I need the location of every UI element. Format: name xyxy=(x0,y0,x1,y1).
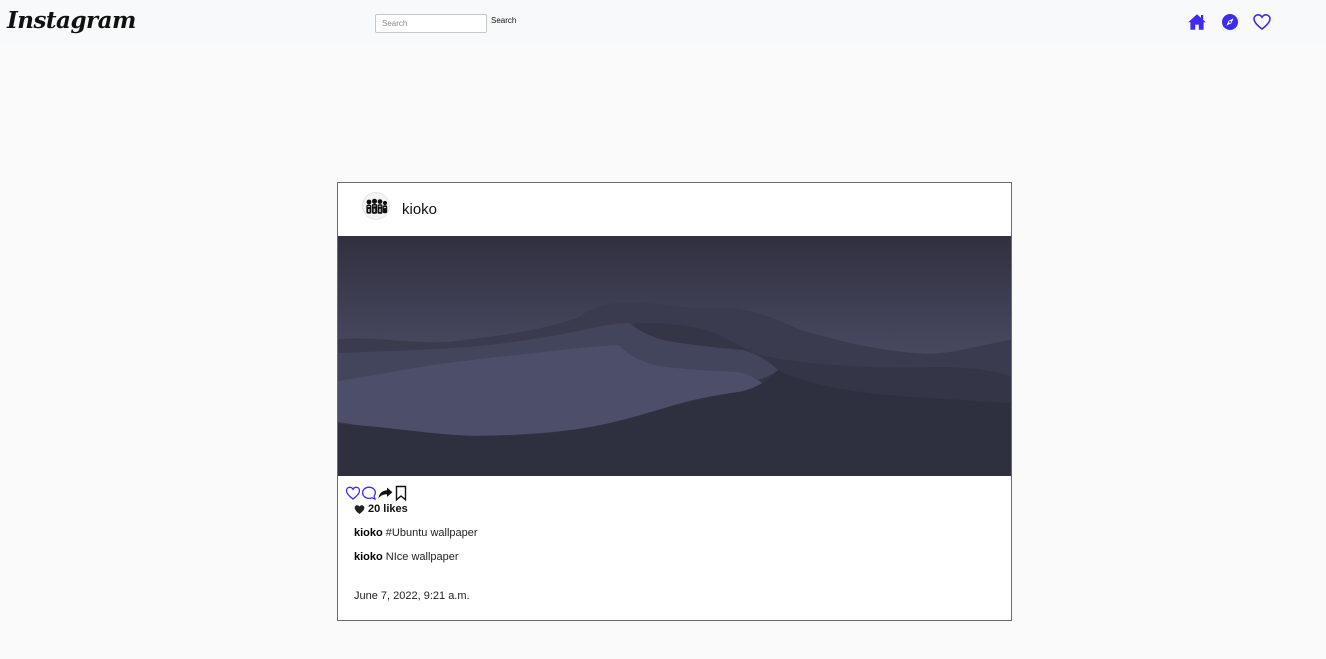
caption-text: #Ubuntu wallpaper xyxy=(385,527,478,539)
post-username[interactable]: kioko xyxy=(402,201,437,218)
post-header: kioko xyxy=(338,183,1011,236)
post-actions xyxy=(345,484,409,501)
bookmark-icon[interactable] xyxy=(393,485,409,501)
brand-logo[interactable]: Instagram xyxy=(7,7,136,34)
likes-count: 20 likes xyxy=(354,503,408,515)
heart-filled-icon xyxy=(354,504,365,515)
comment-text: NIce wallpaper xyxy=(385,551,459,563)
post-card: kioko 20 likes kioko #Ubuntu wallpaper k… xyxy=(337,182,1012,621)
share-icon[interactable] xyxy=(377,485,393,501)
heart-outline-icon[interactable] xyxy=(1252,12,1272,32)
comment-icon[interactable] xyxy=(361,485,377,501)
comment-username[interactable]: kioko xyxy=(354,551,383,563)
caption-username[interactable]: kioko xyxy=(354,527,383,539)
post-timestamp: June 7, 2022, 9:21 a.m. xyxy=(354,590,470,602)
compass-icon[interactable] xyxy=(1220,12,1240,32)
navbar: Instagram Search xyxy=(0,0,1326,46)
post-image xyxy=(338,236,1011,476)
search-button[interactable]: Search xyxy=(491,16,516,25)
search-input[interactable] xyxy=(375,14,487,33)
comment: kioko NIce wallpaper xyxy=(354,551,459,563)
like-icon[interactable] xyxy=(345,485,361,501)
likes-text: 20 likes xyxy=(368,503,408,515)
caption: kioko #Ubuntu wallpaper xyxy=(354,527,478,539)
avatar[interactable] xyxy=(362,192,390,220)
home-icon[interactable] xyxy=(1187,12,1207,32)
